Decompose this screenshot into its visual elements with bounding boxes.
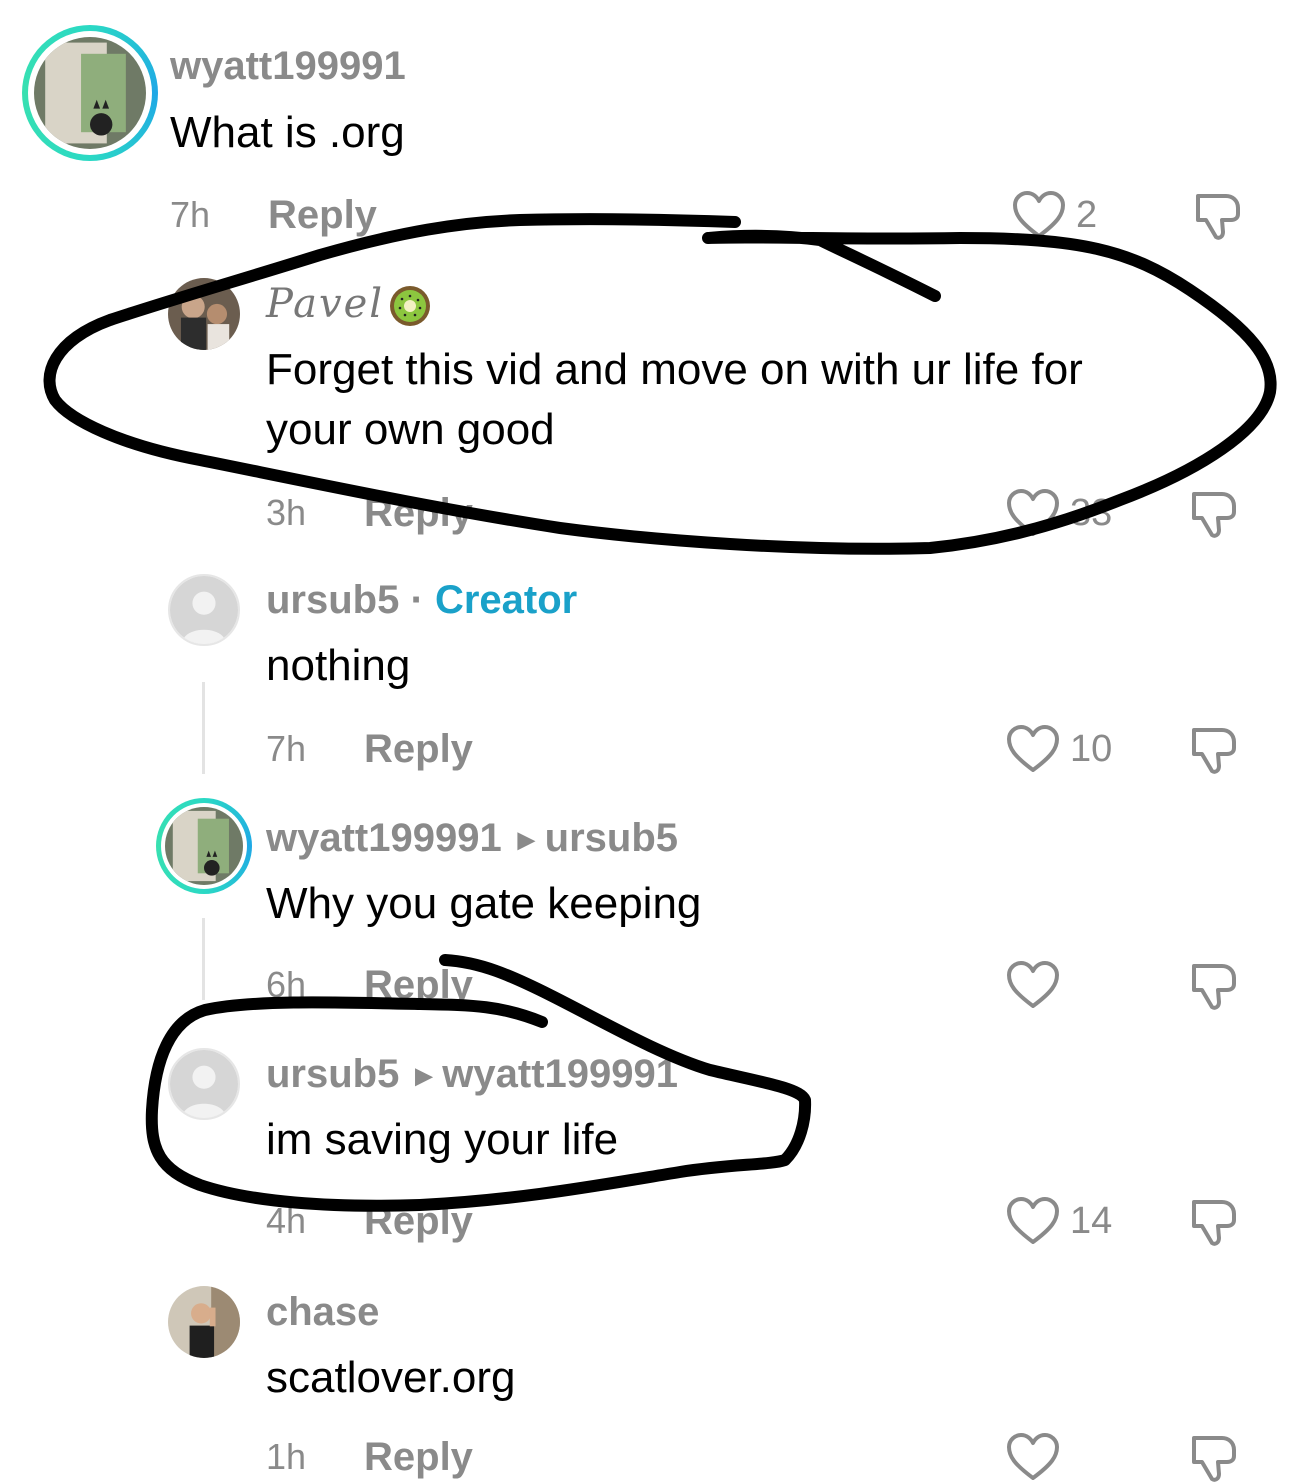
comment-username[interactable]: wyatt199991 [170,42,406,90]
username-text: wyatt199991 [266,816,502,860]
username-text: ursub5 [266,1052,400,1096]
reply-button[interactable]: Reply [364,490,473,536]
avatar-ring[interactable] [22,25,158,161]
thumbs-down-icon[interactable] [1188,488,1240,540]
comment-text-line-1: Forget this vid and move on with ur life… [266,345,1083,394]
thread-line [202,682,205,774]
username-text: Pavel [266,281,385,327]
comment-time: 7h [266,728,307,769]
comment-username[interactable]: wyatt199991 ▶ ursub5 [266,814,678,864]
comment-text: What is .org [170,108,405,157]
kiwi-icon [390,286,431,327]
avatar[interactable] [168,1286,240,1358]
reply-to-username[interactable]: ursub5 [545,816,678,860]
thumbs-down-icon[interactable] [1188,724,1240,776]
triangle-right-icon: ▶ [415,1063,433,1089]
comment-text-line-2: your own good [266,405,555,454]
thumbs-down-icon[interactable] [1188,1196,1240,1248]
comment-username[interactable]: chase [266,1288,379,1336]
thumbs-down-icon[interactable] [1188,1432,1240,1484]
avatar-ring[interactable] [156,798,252,894]
thread-line [202,918,205,1000]
avatar[interactable] [168,278,240,350]
reply-button[interactable]: Reply [364,726,473,772]
thumbs-down-icon[interactable] [1188,960,1240,1012]
comment-time: 7h [170,194,211,235]
comment-text: Why you gate keeping [266,879,702,928]
comment-username[interactable]: ursub5 · Creator [266,576,577,624]
avatar[interactable] [168,1048,240,1120]
comment-username[interactable]: Pavel [266,280,432,328]
heart-outline-icon[interactable] [1006,960,1060,1010]
thumbs-down-icon[interactable] [1192,190,1244,242]
like-count: 33 [1070,492,1113,534]
heart-outline-icon[interactable] [1012,190,1066,240]
comment-text: im saving your life [266,1115,619,1164]
username-text: ursub5 [266,578,400,622]
like-count: 14 [1070,1200,1113,1242]
comment-time: 4h [266,1200,307,1241]
triangle-right-icon: ▶ [517,827,535,853]
comment-username[interactable]: ursub5 ▶ wyatt199991 [266,1050,678,1100]
comment-time: 3h [266,492,307,533]
avatar [34,37,146,149]
reply-button[interactable]: Reply [364,962,473,1008]
like-count: 2 [1076,194,1098,236]
like-count: 10 [1070,728,1113,770]
comment-text: nothing [266,641,411,690]
reply-button[interactable]: Reply [268,192,377,238]
reply-button[interactable]: Reply [364,1434,473,1480]
comment-time: 6h [266,964,307,1005]
avatar[interactable] [168,574,240,646]
heart-outline-icon[interactable] [1006,488,1060,538]
reply-to-username[interactable]: wyatt199991 [442,1052,678,1096]
heart-outline-icon[interactable] [1006,1196,1060,1246]
creator-badge: Creator [434,578,578,622]
comment-time: 1h [266,1436,307,1477]
avatar [165,807,243,885]
reply-button[interactable]: Reply [364,1198,473,1244]
separator: · [410,578,424,622]
heart-outline-icon[interactable] [1006,724,1060,774]
comment-text: scatlover.org [266,1353,516,1402]
heart-outline-icon[interactable] [1006,1432,1060,1482]
